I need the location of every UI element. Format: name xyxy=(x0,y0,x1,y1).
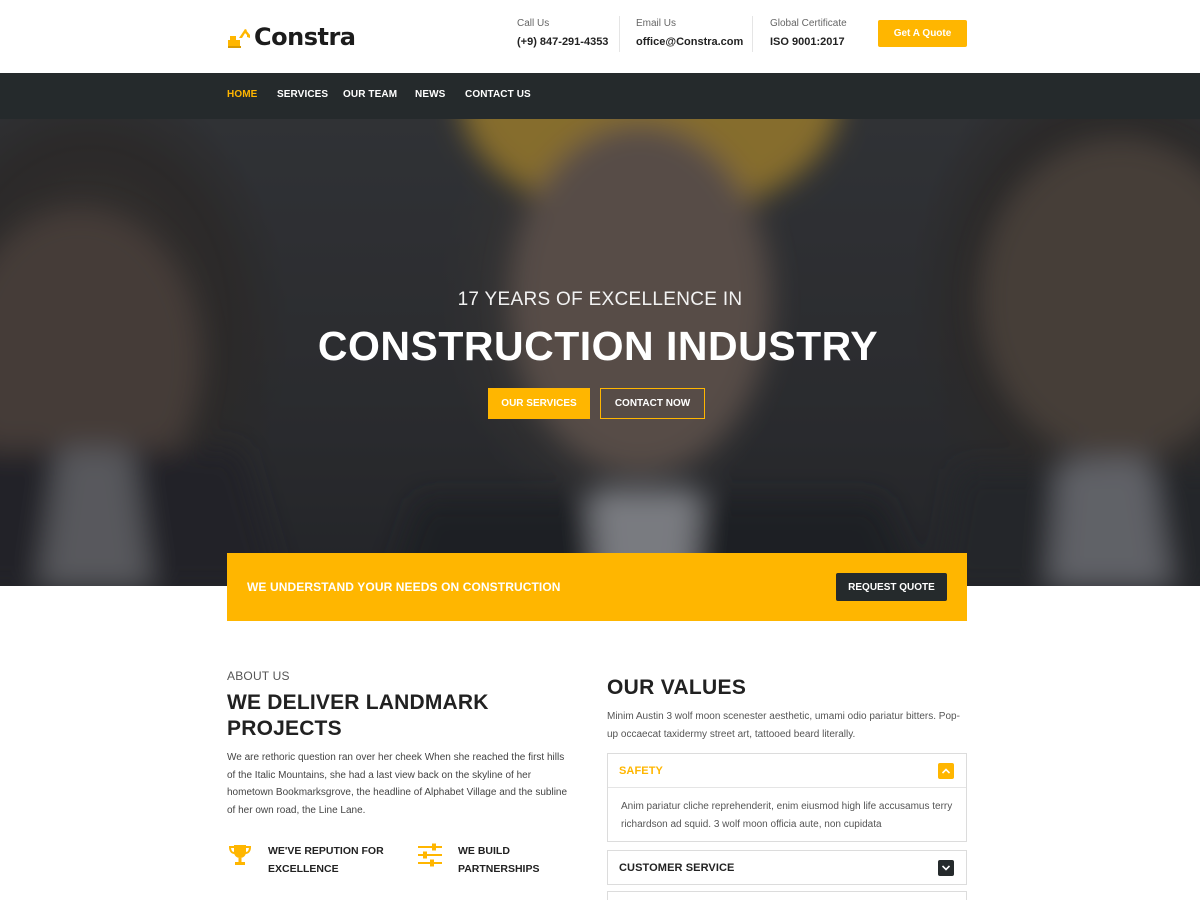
accordion-label: SAFETY xyxy=(619,765,663,777)
chevron-down-icon[interactable] xyxy=(938,860,954,876)
logo[interactable]: Constra xyxy=(227,22,356,52)
email-us-info: Email Us office@Constra.com xyxy=(636,17,743,55)
email-us-label: Email Us xyxy=(636,18,677,29)
get-a-quote-button[interactable]: Get A Quote xyxy=(878,20,967,47)
call-us-info: Call Us (+9) 847-291-4353 xyxy=(517,17,608,55)
feature-line: WE BUILD xyxy=(458,845,510,857)
accordion-header[interactable]: CUSTOMER SERVICE xyxy=(608,851,966,885)
accordion-item-partial[interactable] xyxy=(607,891,967,900)
hero-banner: 17 YEARS OF EXCELLENCE IN CONSTRUCTION I… xyxy=(0,119,1200,586)
feature-reputation: WE'VE REPUTION FOR EXCELLENCE xyxy=(227,842,384,878)
contact-now-button[interactable]: CONTACT NOW xyxy=(600,388,705,419)
trophy-icon xyxy=(228,845,252,865)
excavator-logo-icon xyxy=(228,29,250,48)
top-header: Constra Call Us (+9) 847-291-4353 Email … xyxy=(0,0,1200,73)
feature-line: PARTNERSHIPS xyxy=(458,863,540,875)
certificate-value: ISO 9001:2017 xyxy=(770,36,845,48)
certificate-label: Global Certificate xyxy=(770,18,847,29)
feature-line: WE'VE REPUTION FOR xyxy=(268,845,384,857)
call-us-label: Call Us xyxy=(517,18,550,29)
hero-title: CONSTRUCTION INDUSTRY xyxy=(317,323,879,369)
sliders-icon xyxy=(418,843,442,867)
our-services-button[interactable]: OUR SERVICES xyxy=(488,388,590,419)
values-title: OUR VALUES xyxy=(607,676,747,699)
chevron-up-icon[interactable] xyxy=(938,763,954,779)
accordion-item-customer-service: CUSTOMER SERVICE xyxy=(607,850,967,885)
accordion-item-safety: SAFETY Anim pariatur cliche reprehenderi… xyxy=(607,753,967,842)
brand-name: Constra xyxy=(254,23,356,51)
nav-item-services[interactable]: SERVICES xyxy=(277,89,328,100)
nav-item-home[interactable]: HOME xyxy=(227,89,257,100)
hero-subtitle: 17 YEARS OF EXCELLENCE IN xyxy=(457,289,743,310)
cta-strip: WE UNDERSTAND YOUR NEEDS ON CONSTRUCTION… xyxy=(227,553,967,621)
certificate-info: Global Certificate ISO 9001:2017 xyxy=(770,17,847,55)
email-address[interactable]: office@Constra.com xyxy=(636,36,743,48)
request-quote-button[interactable]: REQUEST QUOTE xyxy=(836,573,947,601)
accordion-content: Anim pariatur cliche reprehenderit, enim… xyxy=(621,801,953,830)
about-body: We are rethoric question ran over her ch… xyxy=(227,752,568,816)
nav-item-our-team[interactable]: OUR TEAM xyxy=(343,89,397,100)
divider xyxy=(619,16,620,52)
nav-item-news[interactable]: NEWS xyxy=(415,89,445,100)
phone-number[interactable]: (+9) 847-291-4353 xyxy=(517,36,608,48)
accordion-label: CUSTOMER SERVICE xyxy=(619,862,735,874)
feature-line: EXCELLENCE xyxy=(268,863,339,875)
divider xyxy=(752,16,753,52)
about-kicker: ABOUT US xyxy=(227,669,290,683)
main-nav: HOME SERVICES OUR TEAM NEWS CONTACT US xyxy=(0,73,1200,119)
nav-item-contact-us[interactable]: CONTACT US xyxy=(465,89,531,100)
values-body: Minim Austin 3 wolf moon scenester aesth… xyxy=(607,711,960,740)
about-title: WE DELIVER LANDMARK PROJECTS xyxy=(227,691,489,740)
cta-text: WE UNDERSTAND YOUR NEEDS ON CONSTRUCTION xyxy=(247,580,561,594)
accordion-header[interactable]: SAFETY xyxy=(608,754,966,788)
feature-partnerships: WE BUILD PARTNERSHIPS xyxy=(417,842,539,878)
